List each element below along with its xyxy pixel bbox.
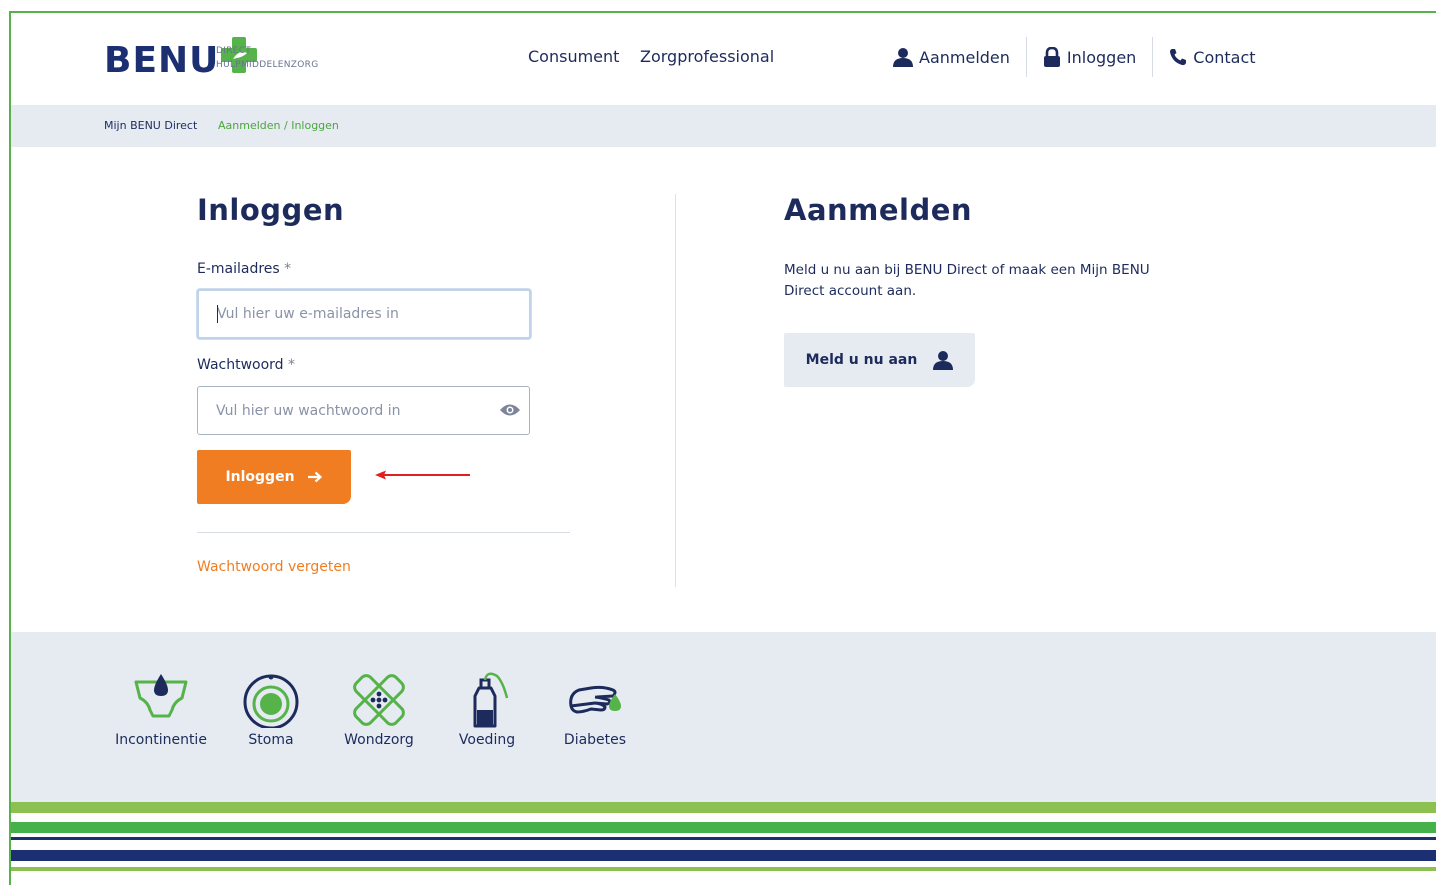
phone-icon xyxy=(1170,49,1187,66)
site-header: BENU DIRECT HULPMIDDELENZORG Consument Z… xyxy=(11,13,1436,105)
category-stoma[interactable]: Stoma xyxy=(216,672,326,748)
logo-wordmark: BENU xyxy=(104,40,220,81)
register-title: Aanmelden xyxy=(784,193,973,227)
category-diabetes[interactable]: Diabetes xyxy=(540,672,650,748)
nav-separator xyxy=(1025,37,1027,77)
logo-subtitle: DIRECT HULPMIDDELENZORG xyxy=(216,44,318,72)
breadcrumb: Mijn BENU Direct Aanmelden / Inloggen xyxy=(11,105,1436,147)
category-incontinentie[interactable]: Incontinentie xyxy=(106,672,216,748)
nutrition-icon xyxy=(473,672,509,728)
stripe-navy xyxy=(11,850,1436,861)
nav-aanmelden-label: Aanmelden xyxy=(919,47,1010,67)
breadcrumb-current: Aanmelden / Inloggen xyxy=(218,119,339,132)
lock-icon xyxy=(1043,47,1060,67)
wound-care-icon xyxy=(353,674,405,726)
category-bar: Incontinentie Stoma Wondzorg Voeding Dia… xyxy=(11,632,1436,802)
stripe-lightgreen-thin xyxy=(11,867,1436,871)
annotation-arrow-icon xyxy=(375,470,470,480)
login-submit-button[interactable]: Inloggen xyxy=(197,450,351,504)
nav-aanmelden[interactable]: Aanmelden xyxy=(893,47,1010,67)
email-field[interactable] xyxy=(197,289,531,339)
category-voeding-label: Voeding xyxy=(458,732,516,748)
required-mark: * xyxy=(288,357,296,373)
column-divider xyxy=(675,194,676,587)
forgot-password-link[interactable]: Wachtwoord vergeten xyxy=(197,559,351,575)
category-voeding[interactable]: Voeding xyxy=(432,672,542,748)
logo-subtitle-line2: HULPMIDDELENZORG xyxy=(216,60,319,70)
nav-contact[interactable]: Contact xyxy=(1169,47,1256,67)
email-label-text: E-mailadres xyxy=(197,261,280,277)
category-wondzorg-label: Wondzorg xyxy=(344,732,414,748)
user-icon xyxy=(933,351,954,370)
incontinence-icon xyxy=(134,674,188,718)
logo-subtitle-line1: DIRECT xyxy=(216,46,252,56)
user-nav: Aanmelden Inloggen Contact xyxy=(893,37,1256,77)
nav-zorgprofessional[interactable]: Zorgprofessional xyxy=(640,47,774,66)
page-frame: BENU DIRECT HULPMIDDELENZORG Consument Z… xyxy=(9,11,1436,885)
register-button-label: Meld u nu aan xyxy=(805,352,918,368)
password-field[interactable] xyxy=(197,386,530,435)
login-divider xyxy=(197,532,570,533)
nav-contact-label: Contact xyxy=(1193,47,1256,67)
password-label: Wachtwoord * xyxy=(197,357,295,373)
stripe-lightgreen xyxy=(11,802,1436,813)
login-title: Inloggen xyxy=(197,193,345,227)
category-stoma-label: Stoma xyxy=(248,732,294,748)
stripe-green xyxy=(11,822,1436,833)
required-mark: * xyxy=(284,261,292,277)
arrow-right-icon xyxy=(307,471,322,483)
diabetes-icon xyxy=(569,685,621,714)
eye-icon[interactable] xyxy=(499,402,521,422)
stripe-navy-thin xyxy=(11,837,1436,840)
register-description: Meld u nu aan bij BENU Direct of maak ee… xyxy=(784,262,1150,299)
category-incontinentie-label: Incontinentie xyxy=(115,732,207,748)
register-button[interactable]: Meld u nu aan xyxy=(784,333,975,387)
breadcrumb-home[interactable]: Mijn BENU Direct xyxy=(104,119,197,132)
stoma-icon xyxy=(243,674,299,728)
email-label: E-mailadres * xyxy=(197,261,291,277)
text-caret xyxy=(217,305,218,323)
login-submit-label: Inloggen xyxy=(225,469,295,485)
nav-separator xyxy=(1152,37,1154,77)
nav-inloggen[interactable]: Inloggen xyxy=(1043,47,1136,67)
category-wondzorg[interactable]: Wondzorg xyxy=(324,672,434,748)
password-label-text: Wachtwoord xyxy=(197,357,284,373)
nav-consument[interactable]: Consument xyxy=(528,47,619,66)
user-icon xyxy=(893,48,913,67)
nav-inloggen-label: Inloggen xyxy=(1066,47,1137,67)
category-diabetes-label: Diabetes xyxy=(563,732,627,748)
